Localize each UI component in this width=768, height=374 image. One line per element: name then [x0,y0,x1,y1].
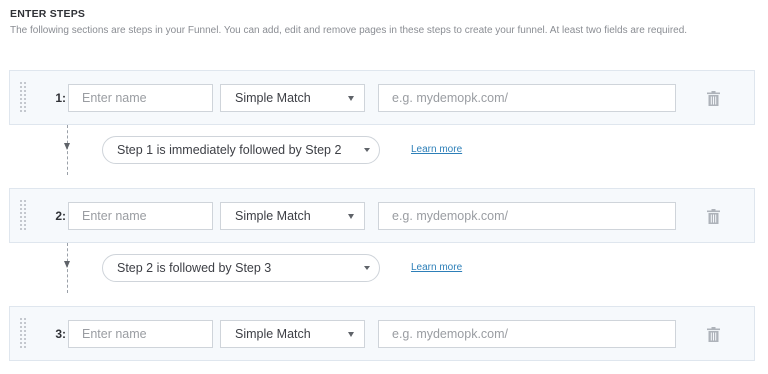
step-name-input[interactable] [68,320,213,348]
funnel-step-1: 1: Simple Match [9,70,755,125]
caret-down-icon [348,214,354,219]
step-relation-value: Step 1 is immediately followed by Step 2 [117,143,342,157]
section-description: The following sections are steps in your… [10,25,688,36]
match-type-value: Simple Match [235,209,311,223]
drag-handle-icon[interactable] [19,317,27,350]
step-name-input[interactable] [68,202,213,230]
step-name-input[interactable] [68,84,213,112]
caret-down-icon [348,96,354,101]
step-url-input[interactable] [378,202,676,230]
funnel-step-3: 3: Simple Match [9,306,755,361]
section-title: ENTER STEPS [10,8,86,20]
arrow-down-icon [64,261,70,268]
caret-down-icon [348,332,354,337]
match-type-value: Simple Match [235,327,311,341]
step-number: 3: [55,327,66,341]
connector-line [67,243,68,293]
trash-icon[interactable] [707,91,720,106]
funnel-step-2: 2: Simple Match [9,188,755,243]
learn-more-link[interactable]: Learn more [411,262,462,273]
learn-more-link[interactable]: Learn more [411,144,462,155]
step-number: 1: [55,91,66,105]
step-number: 2: [55,209,66,223]
trash-icon[interactable] [707,327,720,342]
step-url-input[interactable] [378,320,676,348]
drag-handle-icon[interactable] [19,199,27,232]
match-type-value: Simple Match [235,91,311,105]
trash-icon[interactable] [707,209,720,224]
step-url-input[interactable] [378,84,676,112]
step-relation-value: Step 2 is followed by Step 3 [117,261,272,275]
step-relation-select[interactable]: Step 2 is followed by Step 3 [102,254,380,282]
caret-down-icon [364,266,370,270]
match-type-select[interactable]: Simple Match [220,202,365,230]
connector-line [67,125,68,175]
caret-down-icon [364,148,370,152]
step-relation-select[interactable]: Step 1 is immediately followed by Step 2 [102,136,380,164]
drag-handle-icon[interactable] [19,81,27,114]
arrow-down-icon [64,143,70,150]
match-type-select[interactable]: Simple Match [220,320,365,348]
match-type-select[interactable]: Simple Match [220,84,365,112]
